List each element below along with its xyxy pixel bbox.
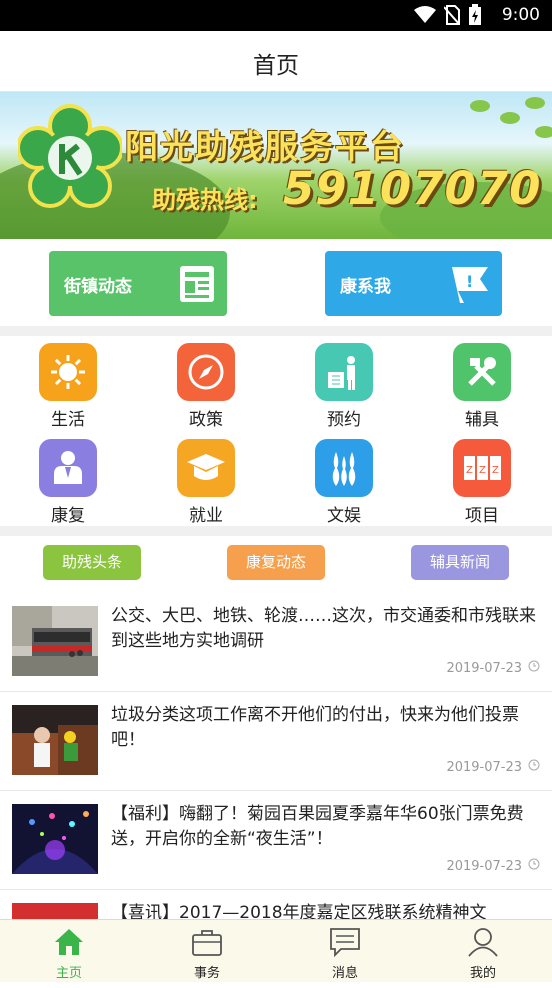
flag-icon: ! (452, 267, 488, 303)
svg-text:Z: Z (492, 465, 499, 476)
news-thumbnail (12, 804, 98, 874)
news-item[interactable]: 垃圾分类这项工作离不开他们的付出，快来为他们投票吧！ 2019-07-23 (0, 691, 552, 791)
banner-hotline-label: 助残热线: (152, 186, 258, 214)
bottom-nav: 主页 事务 消息 我的 (0, 919, 552, 982)
status-bar: 9:00 (0, 0, 552, 31)
contact-me-button[interactable]: 康系我 ! (325, 251, 502, 316)
compass-icon (177, 343, 235, 401)
clock-icon (528, 660, 540, 672)
town-news-button[interactable]: 街镇动态 (49, 251, 227, 316)
grid-item-label: 项目 (465, 506, 499, 526)
nav-mine-label: 我的 (469, 966, 496, 981)
bowling-icon (315, 439, 373, 497)
grid-item-label: 政策 (189, 410, 223, 430)
svg-text:!: ! (466, 272, 473, 291)
status-icons (414, 4, 482, 26)
grid-item-3[interactable]: 辅具 (427, 343, 537, 435)
grid-item-0[interactable]: 生活 (13, 343, 123, 435)
calendar-person-icon (315, 343, 373, 401)
grid-item-2[interactable]: 预约 (289, 343, 399, 435)
banner-leaf (470, 100, 490, 112)
tab-rehab-news[interactable]: 康复动态 (227, 545, 325, 580)
newspaper-icon (180, 266, 214, 302)
grid-item-6[interactable]: 文娱 (289, 439, 399, 531)
home-icon (55, 929, 83, 955)
message-icon (330, 928, 360, 957)
disability-federation-logo (18, 104, 122, 208)
nav-affairs-label: 事务 (193, 966, 220, 981)
banner[interactable]: 阳光助残服务平台 助残热线: 59107070 (0, 92, 552, 239)
svg-text:Z: Z (479, 465, 486, 476)
news-thumbnail (12, 705, 98, 775)
grid-item-label: 辅具 (465, 410, 499, 430)
blocks-icon: ZZZ (453, 439, 511, 497)
section-divider (0, 526, 552, 536)
grid-item-label: 预约 (327, 410, 361, 430)
svg-text:Z: Z (466, 465, 473, 476)
sun-icon (39, 343, 97, 401)
news-date: 2019-07-23 (446, 859, 522, 874)
nav-messages[interactable]: 消息 (276, 920, 414, 982)
news-title: 公交、大巴、地铁、轮渡……这次，市交通委和市残联来到这些地方实地调研 (111, 606, 536, 651)
news-title: 垃圾分类这项工作离不开他们的付出，快来为他们投票吧！ (111, 705, 519, 750)
clock-icon (528, 858, 540, 870)
banner-hotline-number: 59107070 (283, 162, 542, 215)
grid-item-label: 就业 (189, 506, 223, 526)
title-bar: 首页 (0, 31, 552, 92)
graduation-cap-icon (177, 439, 235, 497)
news-date: 2019-07-23 (446, 760, 522, 775)
nav-mine[interactable]: 我的 (414, 920, 552, 982)
news-thumbnail (12, 606, 98, 676)
banner-leaf (500, 112, 520, 124)
section-divider (0, 326, 552, 336)
status-time: 9:00 (501, 5, 540, 25)
doctor-icon (39, 439, 97, 497)
battery-charging-icon (469, 4, 481, 25)
contact-me-label: 康系我 (340, 277, 391, 297)
no-sim-icon (444, 5, 460, 25)
town-news-label: 街镇动态 (64, 277, 132, 297)
banner-leaf (535, 126, 552, 138)
nav-home[interactable]: 主页 (0, 920, 138, 982)
grid-item-label: 康复 (51, 506, 85, 526)
page-title: 首页 (253, 53, 299, 79)
grid-item-label: 生活 (51, 410, 85, 430)
news-date: 2019-07-23 (446, 661, 522, 676)
grid-item-4[interactable]: 康复 (13, 439, 123, 531)
news-title: 【福利】嗨翻了！菊园百果园夏季嘉年华60张门票免费送，开启你的全新“夜生活”！ (111, 804, 524, 849)
nav-messages-label: 消息 (331, 966, 358, 981)
nav-affairs[interactable]: 事务 (138, 920, 276, 982)
news-item[interactable]: 公交、大巴、地铁、轮渡……这次，市交通委和市残联来到这些地方实地调研 2019-… (0, 592, 552, 692)
wifi-icon (414, 6, 436, 23)
news-item[interactable]: 【福利】嗨翻了！菊园百果园夏季嘉年华60张门票免费送，开启你的全新“夜生活”！ … (0, 790, 552, 890)
user-icon (468, 928, 498, 957)
tools-icon (453, 343, 511, 401)
briefcase-icon (192, 930, 222, 956)
banner-title: 阳光助残服务平台 (125, 127, 405, 166)
grid-item-7[interactable]: Z Z Z 项目 (427, 439, 537, 531)
nav-home-label: 主页 (55, 966, 82, 981)
grid-item-1[interactable]: 政策 (151, 343, 261, 435)
grid-item-label: 文娱 (327, 506, 361, 526)
clock-icon (528, 759, 540, 771)
banner-leaf (525, 97, 545, 109)
tab-aid-news[interactable]: 辅具新闻 (411, 545, 509, 580)
grid-item-5[interactable]: 就业 (151, 439, 261, 531)
tab-assist-headlines[interactable]: 助残头条 (43, 545, 141, 580)
